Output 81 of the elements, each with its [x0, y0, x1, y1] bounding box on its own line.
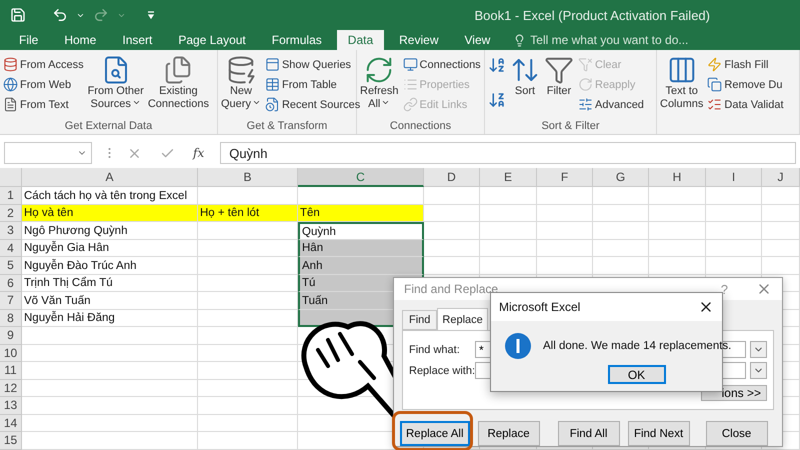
- column-header[interactable]: C: [298, 168, 424, 187]
- ribbon-tab[interactable]: File: [8, 30, 50, 50]
- cell-value[interactable]: Võ Văn Tuấn: [22, 292, 198, 310]
- ribbon-tab[interactable]: Data: [336, 30, 384, 50]
- group-label: Get External Data: [64, 120, 152, 132]
- column-header[interactable]: G: [593, 168, 649, 187]
- row-header[interactable]: 3: [0, 222, 22, 240]
- message-text: All done. We made 14 replacements.: [543, 340, 732, 352]
- ribbon-button[interactable]: Filter: [543, 53, 575, 100]
- formula-input[interactable]: Quỳnh: [220, 142, 796, 164]
- ribbon-button[interactable]: From Web: [2, 75, 85, 94]
- dialog-tab[interactable]: Replace: [437, 308, 488, 330]
- column-header[interactable]: H: [649, 168, 706, 187]
- row-header[interactable]: 5: [0, 257, 22, 274]
- row-header[interactable]: 10: [0, 344, 22, 362]
- window-title: Book1 - Excel (Product Activation Failed): [474, 8, 710, 22]
- ribbon-tab[interactable]: Formulas: [260, 30, 333, 50]
- row-header[interactable]: 15: [0, 432, 22, 450]
- cell-value[interactable]: Ngô Phương Quỳnh: [22, 222, 198, 240]
- cell-value[interactable]: Họ + tên lót: [198, 204, 298, 222]
- ribbon-button[interactable]: Existing Connections: [146, 53, 210, 113]
- ribbon-button[interactable]: From Table: [264, 75, 362, 94]
- column-header[interactable]: I: [706, 168, 762, 187]
- ribbon-button[interactable]: Refresh All: [359, 53, 400, 113]
- dialog-button[interactable]: Find Next: [628, 421, 690, 446]
- ribbon-button[interactable]: Sort: [509, 53, 541, 100]
- cell-value[interactable]: Trịnh Thị Cẩm Tú: [22, 274, 198, 292]
- tell-me-search[interactable]: Tell me what you want to do...: [513, 30, 688, 50]
- dialog-button[interactable]: Find All: [558, 421, 620, 446]
- row-header[interactable]: 12: [0, 380, 22, 397]
- ribbon-button[interactable]: From Text: [2, 95, 85, 114]
- column-header[interactable]: B: [198, 168, 298, 187]
- ribbon-button[interactable]: Text to Columns: [659, 53, 704, 113]
- cell-value[interactable]: Nguyễn Đào Trúc Anh: [22, 257, 198, 274]
- group-label: Sort & Filter: [541, 120, 600, 132]
- ribbon-button[interactable]: Connections: [402, 55, 482, 74]
- cell-value[interactable]: Hân: [298, 240, 424, 257]
- ribbon-tab[interactable]: Insert: [111, 30, 164, 50]
- dialog-button[interactable]: Close: [706, 421, 768, 446]
- row-header[interactable]: 13: [0, 397, 22, 414]
- column-header[interactable]: E: [480, 168, 537, 187]
- group-label: Get & Transform: [246, 120, 328, 132]
- row-header[interactable]: 6: [0, 274, 22, 292]
- ribbon-button[interactable]: Flash Fill: [706, 55, 785, 74]
- message-box-title: Microsoft Excel: [499, 300, 580, 314]
- row-header[interactable]: 1: [0, 187, 22, 204]
- dialog-button[interactable]: Replace: [478, 421, 540, 446]
- row-header[interactable]: 7: [0, 292, 22, 310]
- row-header[interactable]: 2: [0, 204, 22, 222]
- column-header[interactable]: D: [424, 168, 480, 187]
- cell-value[interactable]: Họ và tên: [22, 204, 198, 222]
- column-header[interactable]: J: [762, 168, 800, 187]
- ribbon-tab[interactable]: Review: [388, 30, 450, 50]
- row-header[interactable]: 11: [0, 362, 22, 380]
- ribbon-button[interactable]: Recent Sources: [264, 95, 362, 114]
- cell-value[interactable]: Nguyễn Gia Hân: [22, 240, 198, 257]
- row-header[interactable]: 8: [0, 310, 22, 327]
- ribbon-button[interactable]: Show Queries: [264, 55, 362, 74]
- ribbon-button[interactable]: From Other Sources: [86, 53, 145, 113]
- group-label: Connections: [390, 120, 452, 132]
- ok-button[interactable]: OK: [608, 365, 666, 384]
- ribbon-button[interactable]: Remove Du: [706, 75, 785, 94]
- dialog-button[interactable]: Replace All: [400, 421, 470, 446]
- cell-value[interactable]: Tên: [298, 204, 424, 222]
- ribbon-button[interactable]: From Access: [2, 55, 85, 74]
- ribbon-button[interactable]: Data Validat: [706, 95, 785, 114]
- ribbon-button[interactable]: Advanced: [577, 95, 645, 114]
- field-label: Find what:: [409, 344, 461, 356]
- cell-value[interactable]: Nguyễn Hải Đăng: [22, 310, 198, 327]
- insert-function-button[interactable]: fx: [193, 146, 204, 160]
- ribbon-button[interactable]: New Query: [220, 53, 262, 113]
- row-header[interactable]: 9: [0, 327, 22, 344]
- column-header[interactable]: A: [22, 168, 198, 187]
- dialog-tab[interactable]: Find: [402, 310, 438, 330]
- ribbon-tab[interactable]: Home: [53, 30, 108, 50]
- row-header[interactable]: 4: [0, 240, 22, 257]
- cell-value[interactable]: Anh: [298, 257, 424, 274]
- ribbon-tab[interactable]: Page Layout: [167, 30, 257, 50]
- row-header[interactable]: 14: [0, 414, 22, 432]
- column-header[interactable]: F: [537, 168, 593, 187]
- ribbon-tab[interactable]: View: [454, 30, 502, 50]
